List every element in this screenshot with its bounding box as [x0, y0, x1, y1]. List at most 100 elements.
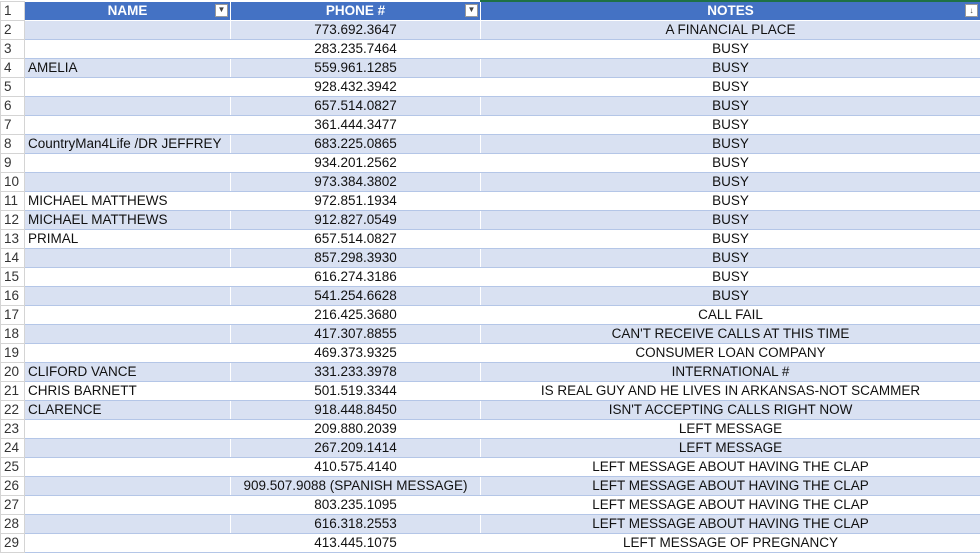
- phone-cell[interactable]: 857.298.3930: [231, 249, 481, 268]
- name-cell[interactable]: [25, 116, 231, 135]
- name-cell[interactable]: [25, 21, 231, 40]
- name-cell[interactable]: [25, 268, 231, 287]
- sort-filter-icon[interactable]: ↓: [965, 4, 978, 17]
- name-cell[interactable]: PRIMAL: [25, 230, 231, 249]
- name-cell[interactable]: [25, 344, 231, 363]
- row-number[interactable]: 18: [1, 325, 25, 344]
- phone-cell[interactable]: 541.254.6628: [231, 287, 481, 306]
- name-cell[interactable]: [25, 496, 231, 515]
- phone-cell[interactable]: 918.448.8450: [231, 401, 481, 420]
- phone-cell[interactable]: 909.507.9088 (SPANISH MESSAGE): [231, 477, 481, 496]
- notes-cell[interactable]: ISN'T ACCEPTING CALLS RIGHT NOW: [481, 401, 980, 420]
- row-number[interactable]: 17: [1, 306, 25, 325]
- row-number[interactable]: 28: [1, 515, 25, 534]
- phone-cell[interactable]: 469.373.9325: [231, 344, 481, 363]
- name-cell[interactable]: CountryMan4Life /DR JEFFREY: [25, 135, 231, 154]
- phone-cell[interactable]: 361.444.3477: [231, 116, 481, 135]
- notes-cell[interactable]: A FINANCIAL PLACE: [481, 21, 980, 40]
- notes-cell[interactable]: LEFT MESSAGE ABOUT HAVING THE CLAP: [481, 496, 980, 515]
- notes-cell[interactable]: LEFT MESSAGE ABOUT HAVING THE CLAP: [481, 458, 980, 477]
- name-cell[interactable]: [25, 97, 231, 116]
- name-cell[interactable]: CHRIS BARNETT: [25, 382, 231, 401]
- column-header-notes[interactable]: NOTES ↓: [481, 1, 980, 21]
- name-cell[interactable]: [25, 477, 231, 496]
- phone-cell[interactable]: 410.575.4140: [231, 458, 481, 477]
- notes-cell[interactable]: LEFT MESSAGE ABOUT HAVING THE CLAP: [481, 515, 980, 534]
- notes-cell[interactable]: INTERNATIONAL #: [481, 363, 980, 382]
- notes-cell[interactable]: BUSY: [481, 249, 980, 268]
- phone-cell[interactable]: 657.514.0827: [231, 230, 481, 249]
- phone-cell[interactable]: 209.880.2039: [231, 420, 481, 439]
- notes-cell[interactable]: BUSY: [481, 40, 980, 59]
- notes-cell[interactable]: LEFT MESSAGE OF PREGNANCY: [481, 534, 980, 553]
- name-cell[interactable]: [25, 439, 231, 458]
- notes-cell[interactable]: CAN'T RECEIVE CALLS AT THIS TIME: [481, 325, 980, 344]
- notes-cell[interactable]: LEFT MESSAGE ABOUT HAVING THE CLAP: [481, 477, 980, 496]
- notes-cell[interactable]: BUSY: [481, 287, 980, 306]
- notes-cell[interactable]: BUSY: [481, 173, 980, 192]
- row-number[interactable]: 2: [1, 21, 25, 40]
- notes-cell[interactable]: BUSY: [481, 230, 980, 249]
- phone-cell[interactable]: 683.225.0865: [231, 135, 481, 154]
- notes-cell[interactable]: BUSY: [481, 154, 980, 173]
- row-number[interactable]: 23: [1, 420, 25, 439]
- notes-cell[interactable]: BUSY: [481, 78, 980, 97]
- phone-cell[interactable]: 973.384.3802: [231, 173, 481, 192]
- phone-cell[interactable]: 773.692.3647: [231, 21, 481, 40]
- row-number[interactable]: 16: [1, 287, 25, 306]
- row-number[interactable]: 5: [1, 78, 25, 97]
- name-cell[interactable]: CLARENCE: [25, 401, 231, 420]
- row-number[interactable]: 14: [1, 249, 25, 268]
- name-cell[interactable]: [25, 173, 231, 192]
- name-cell[interactable]: [25, 40, 231, 59]
- name-cell[interactable]: [25, 458, 231, 477]
- row-number[interactable]: 3: [1, 40, 25, 59]
- row-number[interactable]: 24: [1, 439, 25, 458]
- row-number[interactable]: 25: [1, 458, 25, 477]
- phone-cell[interactable]: 928.432.3942: [231, 78, 481, 97]
- row-number[interactable]: 8: [1, 135, 25, 154]
- row-number[interactable]: 7: [1, 116, 25, 135]
- phone-cell[interactable]: 417.307.8855: [231, 325, 481, 344]
- name-cell[interactable]: [25, 78, 231, 97]
- phone-cell[interactable]: 972.851.1934: [231, 192, 481, 211]
- row-number[interactable]: 15: [1, 268, 25, 287]
- name-cell[interactable]: CLIFORD VANCE: [25, 363, 231, 382]
- row-number[interactable]: 29: [1, 534, 25, 553]
- row-number[interactable]: 11: [1, 192, 25, 211]
- phone-cell[interactable]: 616.318.2553: [231, 515, 481, 534]
- notes-cell[interactable]: BUSY: [481, 59, 980, 78]
- name-cell[interactable]: [25, 534, 231, 553]
- phone-cell[interactable]: 912.827.0549: [231, 211, 481, 230]
- phone-cell[interactable]: 216.425.3680: [231, 306, 481, 325]
- name-cell[interactable]: [25, 420, 231, 439]
- notes-cell[interactable]: LEFT MESSAGE: [481, 439, 980, 458]
- phone-cell[interactable]: 413.445.1075: [231, 534, 481, 553]
- row-number[interactable]: 13: [1, 230, 25, 249]
- name-cell[interactable]: AMELIA: [25, 59, 231, 78]
- name-cell[interactable]: [25, 325, 231, 344]
- name-cell[interactable]: [25, 154, 231, 173]
- row-number[interactable]: 27: [1, 496, 25, 515]
- phone-cell[interactable]: 267.209.1414: [231, 439, 481, 458]
- row-number[interactable]: 21: [1, 382, 25, 401]
- phone-cell[interactable]: 331.233.3978: [231, 363, 481, 382]
- phone-cell[interactable]: 283.235.7464: [231, 40, 481, 59]
- notes-cell[interactable]: IS REAL GUY AND HE LIVES IN ARKANSAS-NOT…: [481, 382, 980, 401]
- phone-cell[interactable]: 616.274.3186: [231, 268, 481, 287]
- phone-cell[interactable]: 559.961.1285: [231, 59, 481, 78]
- name-cell[interactable]: MICHAEL MATTHEWS: [25, 211, 231, 230]
- notes-cell[interactable]: LEFT MESSAGE: [481, 420, 980, 439]
- notes-cell[interactable]: CONSUMER LOAN COMPANY: [481, 344, 980, 363]
- phone-cell[interactable]: 934.201.2562: [231, 154, 481, 173]
- notes-cell[interactable]: BUSY: [481, 192, 980, 211]
- row-number[interactable]: 20: [1, 363, 25, 382]
- notes-cell[interactable]: BUSY: [481, 97, 980, 116]
- phone-cell[interactable]: 657.514.0827: [231, 97, 481, 116]
- row-number[interactable]: 4: [1, 59, 25, 78]
- name-cell[interactable]: [25, 249, 231, 268]
- name-cell[interactable]: MICHAEL MATTHEWS: [25, 192, 231, 211]
- notes-cell[interactable]: BUSY: [481, 211, 980, 230]
- column-header-name[interactable]: NAME ▼: [25, 1, 231, 21]
- row-number[interactable]: 19: [1, 344, 25, 363]
